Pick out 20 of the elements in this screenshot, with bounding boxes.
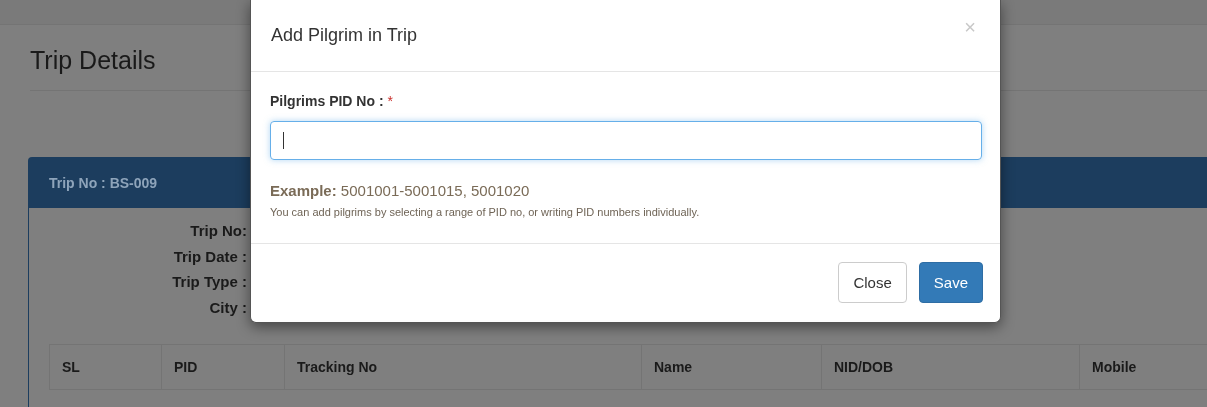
required-mark: *	[387, 93, 394, 109]
info-label: City :	[209, 297, 247, 318]
table-header-cell: Mobile	[1079, 345, 1207, 389]
close-button[interactable]: Close	[838, 262, 907, 303]
panel-heading: Trip No : BS-009	[49, 175, 158, 191]
table-header-cell: SL	[49, 345, 161, 389]
save-button[interactable]: Save	[918, 262, 983, 303]
table-header-cell: NID/DOB	[821, 345, 1079, 389]
field-label: Pilgrims PID No :	[270, 93, 384, 109]
info-label: Trip Date :	[173, 246, 247, 267]
info-label: Trip No:	[190, 221, 247, 241]
info-label: Trip Type :	[172, 272, 247, 292]
table-header-cell: PID	[161, 345, 284, 389]
help-text: You can add pilgrims by selecting a range of PID no, or writing PID numbers individually.	[270, 206, 701, 218]
table-header-cell: Tracking No	[284, 345, 641, 389]
example-text: Example: 5001001-5001015, 5001020	[270, 182, 530, 199]
table-header-cell: Name	[641, 345, 821, 389]
page-title: Trip Details	[30, 45, 156, 76]
pid-input-field[interactable]	[270, 121, 982, 160]
dialog-title: Add Pilgrim in Trip	[271, 25, 418, 46]
